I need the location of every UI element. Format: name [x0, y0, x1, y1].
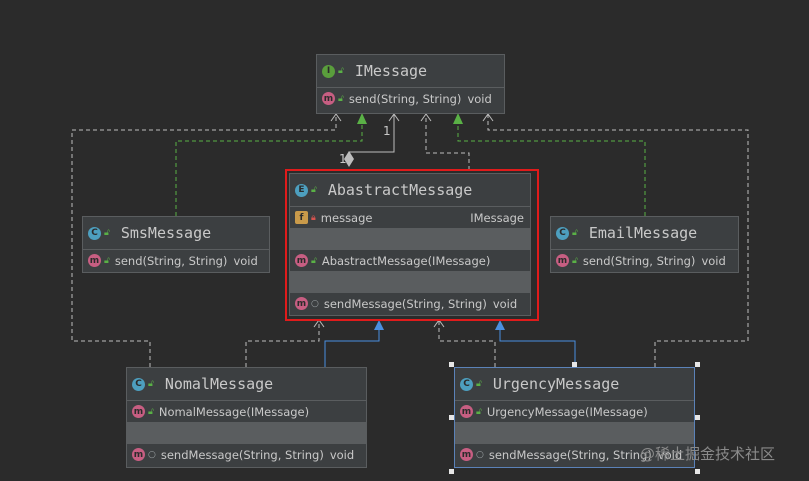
- class-icon: C: [88, 226, 101, 240]
- public-visibility-icon: 🔓︎: [104, 255, 110, 266]
- class-icon: C: [132, 377, 145, 391]
- abstract-depends-imessage: [425, 114, 470, 170]
- method-icon: m: [132, 405, 145, 418]
- constructor-row: m 🔓︎ NomalMessage(IMessage): [127, 401, 366, 423]
- nomal-extends-abstract: [324, 323, 380, 367]
- class-sms-message[interactable]: C 🔓︎ SmsMessage m 🔓︎ send(String, String…: [82, 216, 270, 273]
- highlight-box: [285, 169, 539, 321]
- resize-handle-left[interactable]: [449, 415, 454, 420]
- class-nomal-message[interactable]: C 🔓︎ NomalMessage m 🔓︎ NomalMessage(IMes…: [126, 367, 367, 468]
- nomal-extends-arrowhead: [374, 320, 384, 330]
- class-name: UrgencyMessage: [492, 375, 620, 393]
- sms-implements-arrowhead: [357, 113, 367, 124]
- class-imessage[interactable]: I 🔓︎ IMessage m 🔓︎ send(String, String) …: [316, 54, 505, 114]
- public-visibility-icon: 🔓︎: [338, 93, 344, 104]
- package-visibility-icon: ○: [148, 449, 156, 460]
- public-visibility-icon: 🔓︎: [572, 228, 578, 238]
- public-visibility-icon: 🔓︎: [148, 406, 154, 417]
- class-email-message-header: C 🔓︎ EmailMessage: [551, 217, 738, 250]
- constructor-signature: NomalMessage(IMessage): [158, 404, 310, 419]
- resize-handle-top-left[interactable]: [449, 362, 454, 367]
- public-visibility-icon: 🔓︎: [104, 228, 110, 238]
- class-name: EmailMessage: [588, 224, 698, 242]
- method-row: m 🔓︎ send(String, String) void: [83, 250, 269, 271]
- method-signature: sendMessage(String, String): [488, 447, 652, 462]
- method-signature: sendMessage(String, String): [160, 447, 324, 462]
- public-visibility-icon: 🔓︎: [148, 379, 154, 389]
- email-implements-arrowhead: [453, 113, 463, 124]
- interface-icon: I: [322, 64, 335, 78]
- constructor-signature: UrgencyMessage(IMessage): [486, 404, 648, 419]
- method-signature: send(String, String): [114, 253, 228, 268]
- method-row: m ○ sendMessage(String, String) void: [127, 444, 366, 465]
- urgency-extends-arrowhead: [495, 320, 505, 330]
- class-sms-message-header: C 🔓︎ SmsMessage: [83, 217, 269, 250]
- section-divider: [455, 423, 694, 444]
- public-visibility-icon: 🔓︎: [476, 406, 482, 417]
- class-name: IMessage: [354, 62, 428, 80]
- method-signature: send(String, String): [582, 253, 696, 268]
- nomal-depends-abstract: [245, 320, 320, 367]
- watermark: @稀土掘金技术社区: [640, 445, 776, 463]
- class-imessage-header: I 🔓︎ IMessage: [317, 55, 504, 88]
- section-divider: [127, 423, 366, 444]
- constructor-row: m 🔓︎ UrgencyMessage(IMessage): [455, 401, 694, 423]
- class-email-message[interactable]: C 🔓︎ EmailMessage m 🔓︎ send(String, Stri…: [550, 216, 739, 273]
- method-signature: send(String, String): [348, 91, 462, 106]
- public-visibility-icon: 🔓︎: [572, 255, 578, 266]
- multiplicity-target: 1: [383, 124, 391, 138]
- method-row: m 🔓︎ send(String, String) void: [317, 88, 504, 109]
- abstract-aggregates-imessage: [348, 114, 395, 163]
- class-name: NomalMessage: [164, 375, 274, 393]
- class-urgency-message-header: C 🔓︎ UrgencyMessage: [455, 368, 694, 401]
- class-icon: C: [460, 377, 473, 391]
- urgency-depends-abstract: [438, 320, 496, 367]
- method-icon: m: [460, 405, 473, 418]
- method-return-type: void: [701, 253, 726, 268]
- public-visibility-icon: 🔓︎: [338, 66, 344, 76]
- public-visibility-icon: 🔓︎: [476, 379, 482, 389]
- class-name: SmsMessage: [120, 224, 212, 242]
- method-row: m 🔓︎ send(String, String) void: [551, 250, 738, 271]
- multiplicity-source: 1: [339, 152, 347, 166]
- method-icon: m: [460, 448, 473, 461]
- class-icon: C: [556, 226, 569, 240]
- urgency-extends-abstract: [499, 323, 576, 367]
- method-return-type: void: [233, 253, 258, 268]
- method-icon: m: [88, 254, 101, 267]
- resize-handle-top[interactable]: [572, 362, 577, 367]
- resize-handle-right[interactable]: [695, 415, 700, 420]
- method-return-type: void: [329, 447, 355, 462]
- class-nomal-message-header: C 🔓︎ NomalMessage: [127, 368, 366, 401]
- method-icon: m: [322, 92, 335, 105]
- resize-handle-top-right[interactable]: [695, 362, 700, 367]
- method-icon: m: [132, 448, 145, 461]
- package-visibility-icon: ○: [476, 449, 484, 460]
- resize-handle-bottom-right[interactable]: [695, 469, 700, 474]
- method-icon: m: [556, 254, 569, 267]
- resize-handle-bottom-left[interactable]: [449, 469, 454, 474]
- method-return-type: void: [467, 91, 492, 106]
